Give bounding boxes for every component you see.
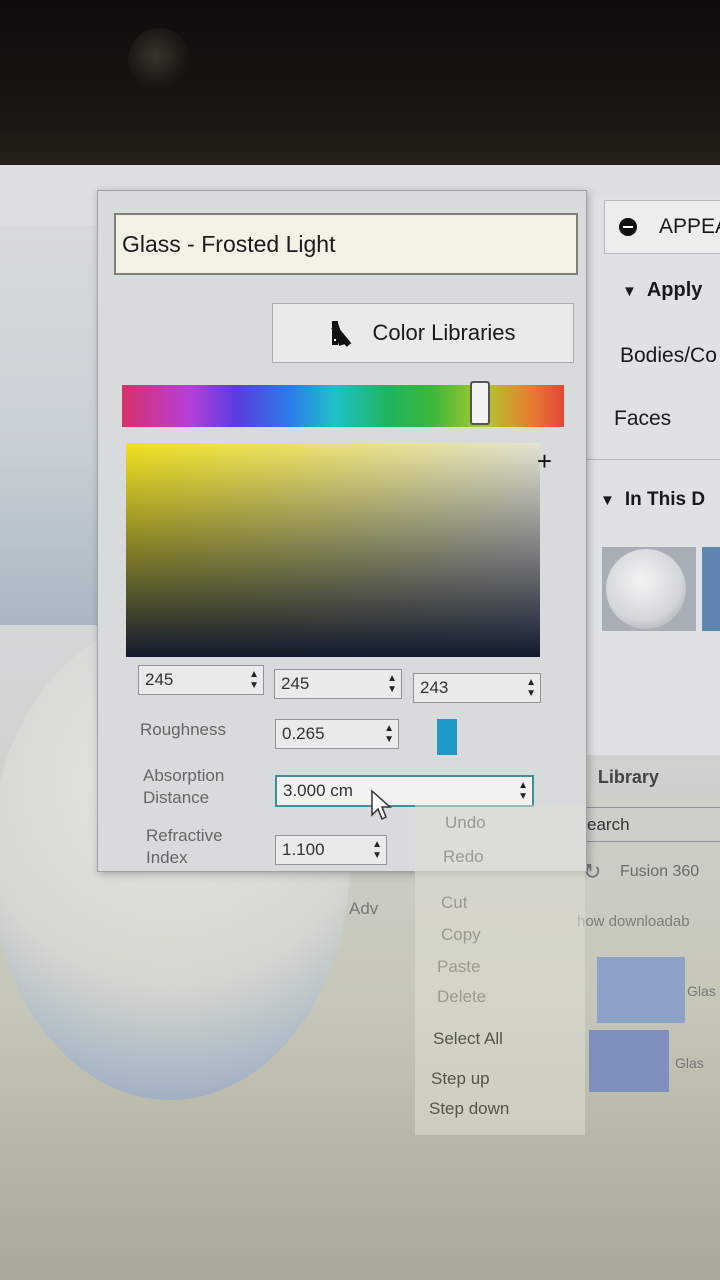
roughness-map-swatch[interactable] [437, 719, 457, 755]
hue-slider-thumb[interactable] [470, 381, 491, 425]
menu-item-step-down[interactable]: Step down [429, 1099, 509, 1119]
absorption-distance-value: 3.000 cm [283, 781, 353, 800]
spinner-arrows-icon[interactable]: ▲ ▼ [372, 839, 382, 861]
in-this-design-section-header[interactable]: ▼ In This D [600, 489, 705, 511]
material-editor-popup: Glass - Frosted Light Color Libraries + … [97, 190, 587, 918]
spinner-arrows-icon[interactable]: ▲ ▼ [518, 780, 528, 802]
apply-section-header[interactable]: ▼ Apply [622, 279, 702, 302]
blue-value: 243 [420, 678, 449, 697]
library-item-thumbnail[interactable] [597, 957, 685, 1023]
library-source-dropdown[interactable]: Fusion 360 [620, 863, 699, 881]
green-value-input[interactable]: 245 ▲ ▼ [274, 669, 402, 699]
roughness-label: Roughness [140, 720, 227, 739]
appearance-thumbnail[interactable] [702, 547, 720, 631]
divider [586, 459, 720, 460]
menu-item-step-up[interactable]: Step up [431, 1069, 490, 1089]
crosshair-icon: + [536, 446, 552, 476]
triangle-down-icon: ▼ [600, 492, 615, 509]
blue-value-input[interactable]: 243 ▲ ▼ [413, 673, 541, 703]
library-item-label[interactable]: Glas [675, 1055, 704, 1071]
appearance-thumbnail[interactable] [602, 547, 696, 631]
material-name-input[interactable]: Glass - Frosted Light [114, 213, 578, 275]
roughness-input[interactable]: 0.265 ▲ ▼ [275, 719, 399, 749]
mouse-cursor-icon [371, 789, 392, 821]
library-item-label[interactable]: Glas [687, 983, 716, 999]
appearance-panel-title: APPEA [659, 215, 720, 238]
context-menu: Undo Redo Cut Copy Paste Delete Select A… [415, 805, 585, 1135]
red-value: 245 [145, 670, 174, 689]
red-value-input[interactable]: 245 ▲ ▼ [138, 665, 264, 695]
monitor-bezel [0, 0, 720, 180]
roughness-value: 0.265 [282, 724, 325, 743]
divider [587, 807, 720, 808]
hue-slider[interactable] [122, 381, 564, 427]
refractive-index-value: 1.100 [282, 840, 325, 859]
color-libraries-button[interactable]: Color Libraries [272, 303, 574, 363]
menu-item-redo[interactable]: Redo [443, 847, 484, 867]
minus-circle-icon[interactable] [619, 218, 637, 236]
menu-item-select-all[interactable]: Select All [433, 1029, 503, 1049]
faces-option[interactable]: Faces [614, 407, 671, 431]
saturation-value-picker[interactable]: + [126, 443, 552, 657]
library-search-input[interactable]: earch [587, 811, 720, 842]
menu-item-undo[interactable]: Undo [445, 813, 486, 833]
appearance-panel-header[interactable]: APPEA [604, 200, 720, 254]
color-library-icon [331, 321, 352, 347]
library-item-thumbnail[interactable] [589, 1030, 669, 1092]
absorption-distance-label: Absorption Distance [143, 766, 225, 807]
webcam-lens [128, 28, 190, 90]
frosted-glass-ball [606, 549, 686, 629]
absorption-distance-input[interactable]: 3.000 cm ▲ ▼ [275, 775, 534, 807]
library-section: ▼Library earch ↻ Fusion 360 how download… [565, 755, 720, 1155]
appearance-panel: APPEA ▼Apply Bodies/Co Faces ▼In This D [585, 195, 720, 755]
menu-item-paste[interactable]: Paste [437, 957, 480, 977]
spinner-arrows-icon[interactable]: ▲ ▼ [387, 673, 397, 695]
color-libraries-label: Color Libraries [372, 320, 516, 345]
show-downloadable-checkbox[interactable]: how downloadab [577, 913, 690, 930]
menu-item-delete[interactable]: Delete [437, 987, 486, 1007]
refractive-index-input[interactable]: 1.100 ▲ ▼ [275, 835, 387, 865]
spinner-arrows-icon[interactable]: ▲ ▼ [249, 669, 259, 691]
menu-item-copy[interactable]: Copy [441, 925, 481, 945]
advanced-button[interactable]: Adv [349, 899, 378, 919]
refractive-index-label: Refractive Index [146, 826, 223, 867]
menu-item-cut[interactable]: Cut [441, 893, 467, 913]
green-value: 245 [281, 674, 310, 693]
spinner-arrows-icon[interactable]: ▲ ▼ [384, 723, 394, 745]
spinner-arrows-icon[interactable]: ▲ ▼ [526, 677, 536, 699]
bodies-components-option[interactable]: Bodies/Co [620, 344, 717, 368]
triangle-down-icon: ▼ [622, 283, 637, 300]
